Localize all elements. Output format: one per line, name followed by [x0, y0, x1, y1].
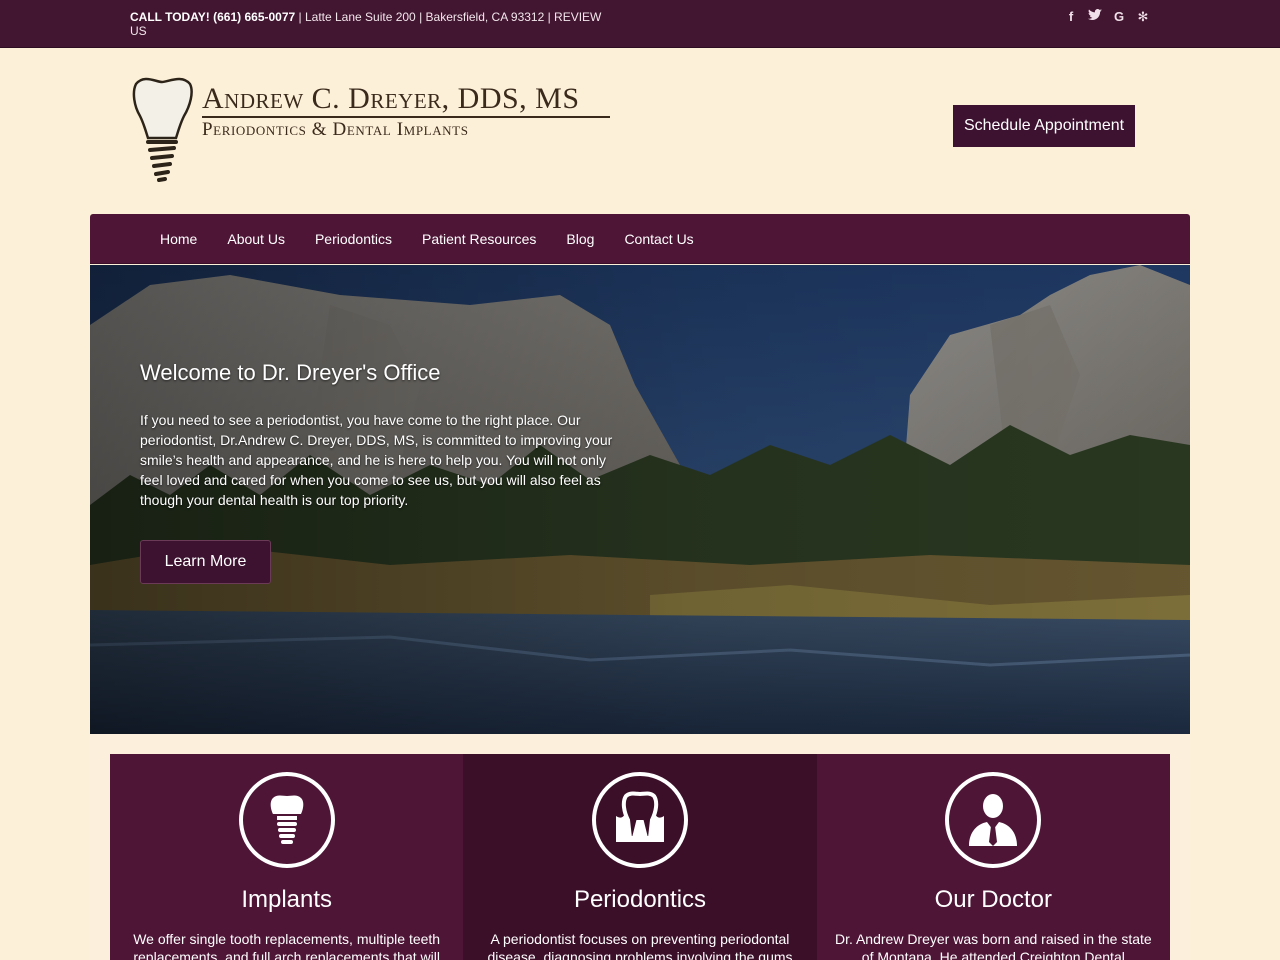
- logo-name: Andrew C. Dreyer, DDS, MS: [202, 82, 580, 115]
- schedule-appointment-button[interactable]: Schedule Appointment: [953, 105, 1135, 147]
- top-bar: CALL TODAY! (661) 665-0077 | Latte Lane …: [0, 0, 1280, 48]
- feature-text: We offer single tooth replacements, mult…: [133, 931, 441, 960]
- facebook-icon[interactable]: f: [1062, 8, 1080, 26]
- feature-title: Our Doctor: [934, 886, 1052, 913]
- feature-title: Periodontics: [573, 886, 707, 913]
- hero-title: Welcome to Dr. Dreyer's Office: [140, 360, 441, 385]
- nav-item-patient-resources[interactable]: Patient Resources: [407, 214, 551, 264]
- feature-periodontics[interactable]: Periodontics A periodontist focuses on p…: [463, 754, 817, 960]
- nav-item-periodontics[interactable]: Periodontics: [300, 214, 407, 264]
- nav-item-blog[interactable]: Blog: [551, 214, 609, 264]
- main-nav: Home About Us Periodontics Patient Resou…: [90, 214, 1190, 264]
- google-icon[interactable]: G: [1110, 8, 1128, 26]
- hero-banner: Welcome to Dr. Dreyer's Office If you ne…: [90, 265, 1190, 734]
- feature-implants[interactable]: Implants We offer single tooth replaceme…: [110, 754, 464, 960]
- doctor-icon: [945, 772, 1042, 868]
- learn-more-button[interactable]: Learn More: [140, 540, 271, 584]
- tooth-implant-logo-icon: [132, 77, 193, 182]
- feature-our-doctor[interactable]: Our Doctor Dr. Andrew Dreyer was born an…: [816, 754, 1170, 960]
- nav-item-about-us[interactable]: About Us: [212, 214, 300, 264]
- yelp-icon[interactable]: ✻: [1134, 8, 1152, 26]
- feature-text: Dr. Andrew Dreyer was born and raised in…: [834, 931, 1152, 960]
- nav-item-contact-us[interactable]: Contact Us: [609, 214, 708, 264]
- twitter-icon[interactable]: [1086, 8, 1104, 26]
- social-links: f G ✻: [1062, 8, 1152, 26]
- feature-text: A periodontist focuses on preventing per…: [487, 931, 793, 960]
- tooth-gums-icon: [591, 772, 688, 868]
- nav-item-home[interactable]: Home: [145, 214, 212, 264]
- logo-divider: [202, 116, 610, 118]
- call-today-phone[interactable]: CALL TODAY! (661) 665-0077: [130, 10, 295, 24]
- dental-implant-icon: [238, 772, 335, 868]
- contact-info: CALL TODAY! (661) 665-0077 | Latte Lane …: [130, 10, 620, 38]
- hero-text: If you need to see a periodontist, you h…: [140, 412, 613, 508]
- features-row: Implants We offer single tooth replaceme…: [110, 754, 1170, 960]
- site-logo[interactable]: Andrew C. Dreyer, DDS, MS Periodontics &…: [130, 76, 615, 188]
- feature-title: Implants: [241, 886, 333, 913]
- logo-tagline: Periodontics & Dental Implants: [202, 119, 469, 140]
- hero-content: Welcome to Dr. Dreyer's Office If you ne…: [140, 360, 625, 510]
